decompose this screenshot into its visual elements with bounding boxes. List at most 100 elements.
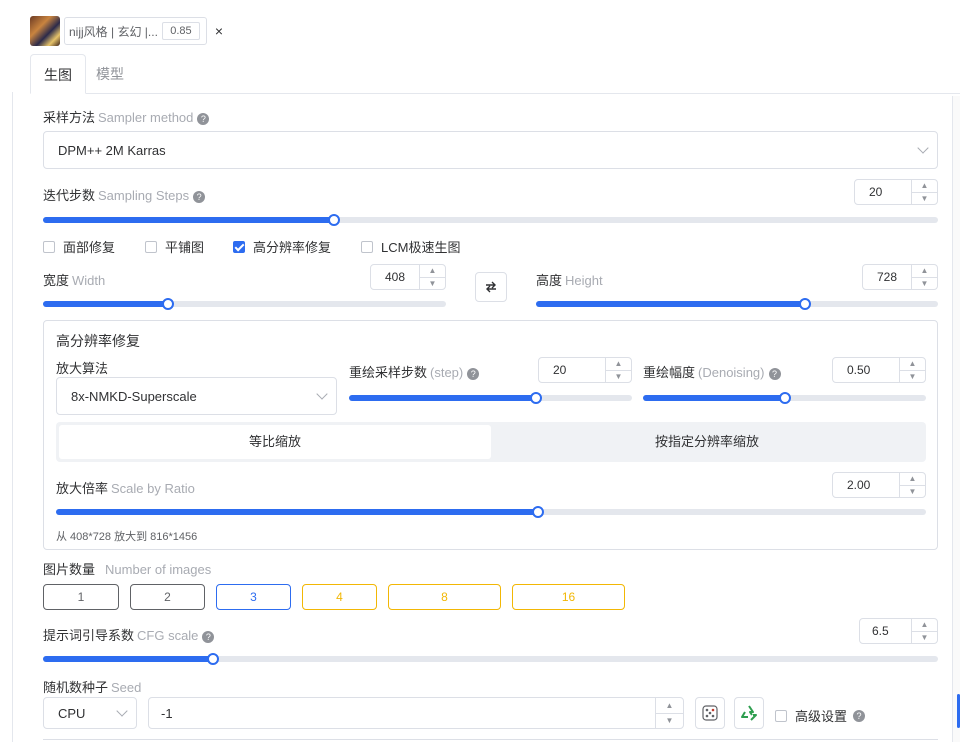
hires-steps-value: 20 [553,363,567,377]
steps-value: 20 [869,185,883,199]
image-count-4[interactable]: 4 [302,584,377,610]
slider-handle[interactable] [529,392,542,404]
option-label: 平铺图 [165,240,205,255]
scale-slider[interactable] [56,506,926,518]
increment-icon[interactable]: ▲ [900,473,925,485]
random-seed-button[interactable] [695,697,725,729]
height-input[interactable]: 728 ▲ ▼ [862,264,938,290]
help-icon[interactable]: ? [197,112,210,125]
decrement-icon[interactable]: ▼ [912,630,937,644]
advanced-settings-toggle[interactable]: 高级设置? [775,706,866,725]
decrement-icon[interactable]: ▼ [656,712,683,729]
sampler-select[interactable]: DPM++ 2M Karras [43,131,938,169]
close-icon[interactable]: × [215,23,223,39]
checkbox[interactable] [145,240,157,253]
tab-model[interactable]: 模型 [96,54,124,94]
image-count-16[interactable]: 16 [512,584,625,610]
checkbox[interactable] [233,240,245,253]
lora-weight-input[interactable]: 0.85 [161,22,200,40]
lora-name: nijj风格 | 玄幻 |... [69,24,158,39]
option-hires-fix[interactable]: 高分辨率修复 [233,237,331,256]
slider-handle[interactable] [799,298,812,310]
width-slider[interactable] [43,298,446,310]
denoise-label-sub: (Denoising) [698,365,765,380]
recycle-icon [741,705,757,721]
steps-label: 迭代步数 Sampling Steps? [43,185,206,204]
slider-handle[interactable] [161,298,174,310]
scale-mode-ratio[interactable]: 等比缩放 [59,425,491,459]
width-input[interactable]: 408 ▲ ▼ [370,264,446,290]
denoise-slider[interactable] [643,392,926,404]
scale-value: 2.00 [847,478,871,492]
cfg-slider[interactable] [43,653,938,665]
upscaler-label: 放大算法 [56,361,109,376]
cfg-input[interactable]: 6.5 ▲ ▼ [859,618,938,644]
decrement-icon[interactable]: ▼ [606,369,631,383]
increment-icon[interactable]: ▲ [912,265,937,277]
steps-slider[interactable] [43,214,938,226]
swap-icon [486,281,496,293]
scale-input[interactable]: 2.00 ▲ ▼ [832,472,926,498]
upscaler-select[interactable]: 8x-NMKD-Superscale [56,377,337,415]
image-count-8[interactable]: 8 [388,584,501,610]
sampler-label-text: 采样方法 [43,110,96,125]
help-icon[interactable]: ? [202,630,215,643]
increment-icon[interactable]: ▲ [900,358,925,370]
scale-label-text: 放大倍率 [56,481,109,496]
sampler-value: DPM++ 2M Karras [58,142,166,158]
lora-chip: nijj风格 | 玄幻 |... 0.85 × [30,16,223,46]
seed-label-text: 随机数种子 [43,680,109,695]
seed-input[interactable]: -1 ▲ ▼ [148,697,684,729]
scale-label: 放大倍率 Scale by Ratio [56,478,195,497]
option-lcm[interactable]: LCM极速生图 [361,237,460,256]
reuse-seed-button[interactable] [734,697,764,729]
denoise-input[interactable]: 0.50 ▲ ▼ [832,357,926,383]
swap-dimensions-button[interactable] [475,272,507,302]
option-tiling[interactable]: 平铺图 [145,237,204,256]
slider-handle[interactable] [531,506,544,518]
help-icon[interactable]: ? [768,367,781,380]
increment-icon[interactable]: ▲ [420,265,445,277]
help-icon[interactable]: ? [193,190,206,203]
increment-icon[interactable]: ▲ [656,698,683,713]
height-label-sub: Height [565,273,603,288]
slider-handle[interactable] [207,653,220,665]
seed-device-select[interactable]: CPU [43,697,137,729]
slider-fill [43,301,168,307]
increment-icon[interactable]: ▲ [912,180,937,192]
option-label: 面部修复 [63,240,116,255]
lora-info: nijj风格 | 玄幻 |... 0.85 [64,17,207,45]
checkbox[interactable] [43,240,55,253]
image-count-3[interactable]: 3 [216,584,291,610]
tab-generate[interactable]: 生图 [30,54,86,94]
slider-fill [349,395,536,401]
scrollbar-track[interactable] [952,96,960,742]
option-face-restore[interactable]: 面部修复 [43,237,115,256]
hires-steps-input[interactable]: 20 ▲ ▼ [538,357,632,383]
scale-mode-resolution[interactable]: 按指定分辨率缩放 [491,425,923,459]
height-slider[interactable] [536,298,938,310]
checkbox[interactable] [775,709,787,722]
cfg-value: 6.5 [872,624,889,638]
increment-icon[interactable]: ▲ [606,358,631,370]
steps-input[interactable]: 20 ▲ ▼ [854,179,938,205]
image-count-2[interactable]: 2 [130,584,205,610]
decrement-icon[interactable]: ▼ [420,276,445,290]
help-icon[interactable]: ? [467,367,480,380]
decrement-icon[interactable]: ▼ [912,276,937,290]
cfg-label-text: 提示词引导系数 [43,628,135,643]
slider-handle[interactable] [327,214,340,226]
height-label: 高度 Height [536,270,603,289]
decrement-icon[interactable]: ▼ [900,369,925,383]
image-count-1[interactable]: 1 [43,584,119,610]
checkbox[interactable] [361,240,373,253]
images-label-sub: Number of images [105,562,212,577]
slider-handle[interactable] [778,392,791,404]
hires-steps-slider[interactable] [349,392,632,404]
height-label-text: 高度 [536,273,563,288]
decrement-icon[interactable]: ▼ [900,484,925,498]
decrement-icon[interactable]: ▼ [912,191,937,205]
hires-steps-label: 重绘采样步数 (step)? [349,362,480,381]
increment-icon[interactable]: ▲ [912,619,937,631]
help-icon[interactable]: ? [853,709,866,722]
